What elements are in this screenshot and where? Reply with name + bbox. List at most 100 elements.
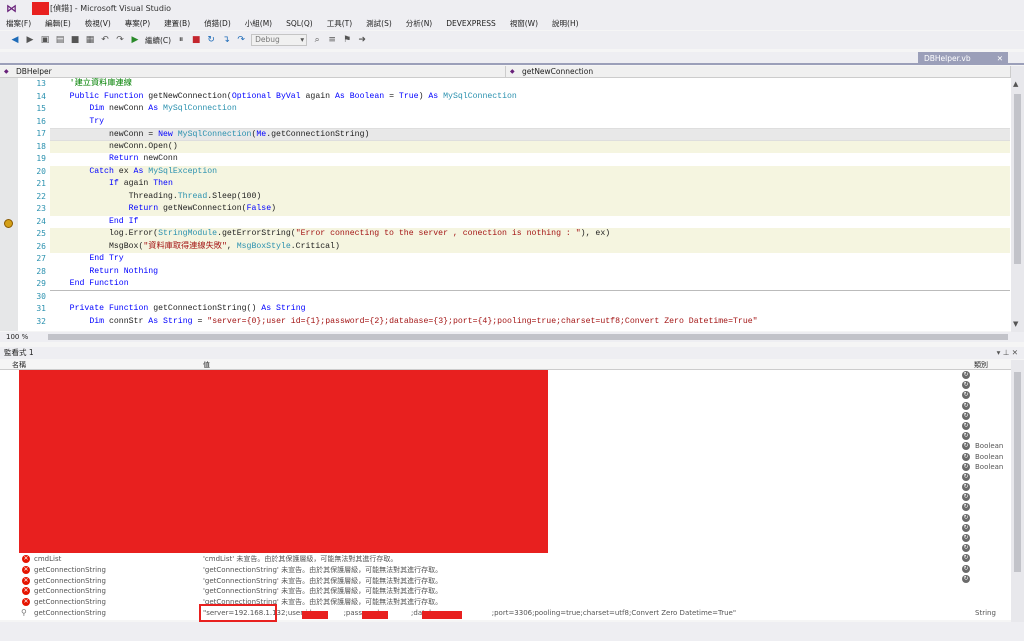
refresh-icon[interactable]: ↻ — [962, 371, 970, 379]
navigate-icon[interactable]: ➜ — [357, 35, 367, 45]
menu-edit[interactable]: 編輯(E) — [45, 18, 71, 29]
redo-icon[interactable]: ↷ — [115, 35, 125, 45]
menu-project[interactable]: 專案(P) — [125, 18, 150, 29]
code-line[interactable]: End Try — [50, 253, 1010, 266]
refresh-icon[interactable]: ↻ — [962, 452, 970, 461]
restart-icon[interactable]: ↻ — [206, 35, 216, 45]
menu-build[interactable]: 建置(B) — [164, 18, 190, 29]
code-line[interactable]: log.Error(StringModule.getErrorString("E… — [50, 228, 1010, 241]
menu-view[interactable]: 檢視(V) — [85, 18, 111, 29]
refresh-icon[interactable]: ↻ — [962, 421, 970, 430]
menu-team[interactable]: 小組(M) — [245, 18, 272, 29]
pause-icon[interactable]: ⏸ — [176, 35, 186, 45]
editor-vertical-scrollbar[interactable]: ▲ ▼ — [1011, 66, 1024, 332]
refresh-icon[interactable]: ↻ — [962, 513, 970, 522]
code-line[interactable]: Catch ex As MySqlException — [50, 165, 1010, 178]
step-over-icon[interactable]: ↷ — [236, 35, 246, 45]
open-file-icon[interactable]: ▤ — [55, 35, 65, 45]
watch-name: getConnectionString — [34, 587, 106, 596]
menu-test[interactable]: 測試(S) — [366, 18, 392, 29]
code-line[interactable]: Dim connStr As String = "server={0};user… — [50, 316, 1010, 329]
code-line[interactable]: newConn = New MySqlConnection(Me.getConn… — [50, 128, 1010, 141]
back-icon[interactable]: ◀ — [10, 35, 20, 45]
menu-tools[interactable]: 工具(T) — [327, 18, 352, 29]
code-line[interactable]: End If — [50, 216, 1010, 229]
scroll-thumb[interactable] — [1014, 372, 1021, 572]
code-line[interactable]: newConn.Open() — [50, 140, 1010, 153]
table-row[interactable]: ✕ getConnectionString'getConnectionString… — [0, 565, 1011, 576]
table-row[interactable]: ⚲ getConnectionString "server=192.168.1.… — [0, 608, 1011, 619]
refresh-icon[interactable]: ↻ — [962, 401, 970, 410]
code-line[interactable]: Private Function getConnectionString() A… — [50, 303, 1010, 316]
continue-button[interactable]: 繼續(C) — [145, 35, 171, 46]
scroll-up-icon[interactable]: ▲ — [1013, 80, 1018, 88]
table-row[interactable]: ✕ getConnectionString'getConnectionString… — [0, 586, 1011, 597]
comment-icon[interactable]: ≡ — [327, 35, 337, 45]
close-icon[interactable]: ✕ — [997, 52, 1003, 65]
refresh-icon[interactable]: ↻ — [962, 503, 970, 512]
scroll-down-icon[interactable]: ▼ — [1013, 320, 1018, 328]
refresh-icon[interactable]: ↻ — [962, 472, 970, 481]
watch-vertical-scrollbar[interactable] — [1011, 360, 1024, 622]
refresh-icon[interactable]: ↻ — [962, 483, 970, 492]
code-line[interactable]: Dim newConn As MySqlConnection — [50, 103, 1010, 116]
menu-devexpress[interactable]: DEVEXPRESS — [446, 19, 496, 28]
code-line[interactable] — [50, 291, 1010, 304]
breakpoint-gutter[interactable] — [0, 78, 18, 331]
code-lines[interactable]: '建立資料庫連線 Public Function getNewConnectio… — [50, 78, 1010, 328]
breakpoint-icon[interactable] — [4, 219, 13, 228]
forward-icon[interactable]: ▶ — [25, 35, 35, 45]
refresh-icon[interactable]: ↻ — [962, 462, 970, 471]
code-line[interactable]: If again Then — [50, 178, 1010, 191]
class-dropdown[interactable]: DBHelper — [0, 66, 506, 78]
pin-icon[interactable]: ▾ ⊥ ✕ — [997, 347, 1018, 359]
bookmark-icon[interactable]: ⚑ — [342, 35, 352, 45]
menu-file[interactable]: 檔案(F) — [6, 18, 31, 29]
stop-icon[interactable]: ■ — [191, 35, 201, 45]
find-icon[interactable]: ⌕ — [312, 35, 322, 45]
menu-analyze[interactable]: 分析(N) — [406, 18, 432, 29]
zoom-level[interactable]: 100 % — [6, 333, 28, 341]
menu-help[interactable]: 說明(H) — [552, 18, 579, 29]
menu-sql[interactable]: SQL(Q) — [286, 19, 313, 28]
code-line[interactable]: Return getNewConnection(False) — [50, 203, 1010, 216]
editor-horizontal-scrollbar[interactable] — [48, 334, 1008, 340]
menu-window[interactable]: 視窗(W) — [510, 18, 538, 29]
solution-configuration-select[interactable]: Debug — [251, 34, 308, 46]
tab-dbhelper[interactable]: DBHelper.vb ✕ — [918, 52, 1008, 65]
refresh-icon[interactable]: ↻ — [962, 411, 970, 420]
menu-debug[interactable]: 偵錯(D) — [204, 18, 231, 29]
refresh-icon[interactable]: ↻ — [962, 534, 970, 542]
code-line[interactable]: Try — [50, 116, 1010, 129]
refresh-icon[interactable]: ↻ — [962, 381, 970, 390]
column-type-header[interactable]: 類別 — [974, 360, 988, 370]
refresh-icon[interactable]: ↻ — [962, 544, 970, 553]
refresh-icon[interactable]: ↻ — [962, 432, 970, 441]
code-line[interactable]: Return newConn — [50, 153, 1010, 166]
code-editor[interactable]: 13 14 15 16 17 18 19 20 21 22 23 24 25 2… — [0, 78, 1011, 331]
code-line[interactable]: End Function — [50, 278, 1010, 291]
table-row[interactable]: ✕ cmdList 'cmdList' 未宣告。由於其保護層級，可能無法對其進行存取… — [0, 554, 1011, 565]
scroll-thumb[interactable] — [1014, 94, 1021, 264]
save-icon[interactable]: ■ — [70, 35, 80, 45]
refresh-icon[interactable]: ↻ — [962, 391, 970, 400]
refresh-icon[interactable]: ↻ — [962, 523, 970, 532]
code-line[interactable]: Public Function getNewConnection(Optiona… — [50, 91, 1010, 104]
member-dropdown[interactable]: getNewConnection — [506, 66, 1011, 78]
undo-icon[interactable]: ↶ — [100, 35, 110, 45]
save-all-icon[interactable]: ▦ — [85, 35, 95, 45]
refresh-icon[interactable]: ↻ — [962, 493, 970, 502]
continue-icon[interactable]: ▶ — [130, 35, 140, 45]
redacted-database — [422, 611, 462, 619]
code-line[interactable]: Return Nothing — [50, 266, 1010, 279]
column-name-header[interactable]: 名稱 — [12, 360, 26, 370]
code-line[interactable]: '建立資料庫連線 — [50, 78, 1010, 91]
step-into-icon[interactable]: ↴ — [221, 35, 231, 45]
table-row[interactable]: ✕ getConnectionString'getConnectionString… — [0, 597, 1011, 608]
column-value-header[interactable]: 值 — [203, 360, 210, 370]
code-line[interactable]: Threading.Thread.Sleep(100) — [50, 190, 1010, 203]
table-row[interactable]: ✕ getConnectionString'getConnectionString… — [0, 576, 1011, 587]
refresh-icon[interactable]: ↻ — [962, 442, 970, 451]
code-line[interactable]: MsgBox("資料庫取得連線失敗", MsgBoxStyle.Critical… — [50, 240, 1010, 253]
new-project-icon[interactable]: ▣ — [40, 35, 50, 45]
